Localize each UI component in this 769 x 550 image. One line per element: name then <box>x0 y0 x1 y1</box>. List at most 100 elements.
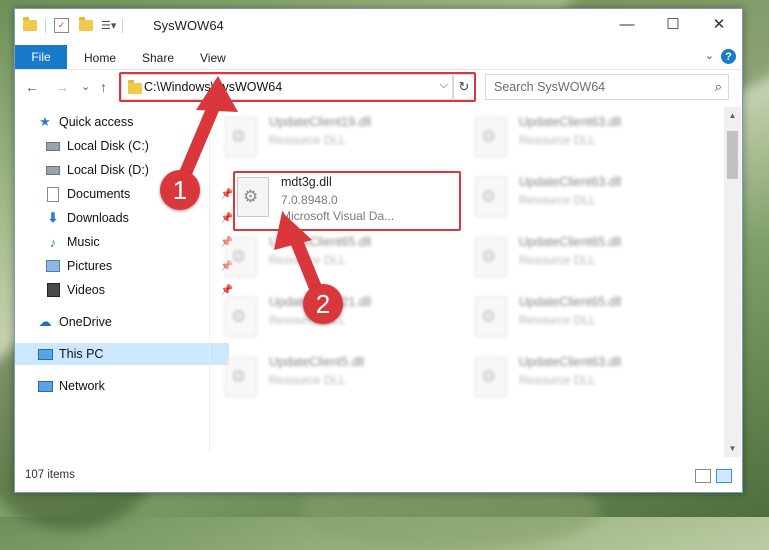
tab-view[interactable]: View <box>200 51 226 65</box>
videos-icon <box>45 282 61 298</box>
sidebar-item-videos[interactable]: Videos 📌 <box>15 279 237 301</box>
file-item[interactable]: UpdateClient65.dll Resource DLL <box>475 293 695 341</box>
sidebar-item-this-pc[interactable]: This PC <box>15 343 229 365</box>
customize-icon[interactable]: ☰▾ <box>101 19 116 32</box>
up-button[interactable]: ↑ <box>100 79 107 95</box>
address-highlight-box <box>119 72 476 102</box>
documents-icon <box>45 186 61 202</box>
file-highlight-box <box>233 171 461 231</box>
toolbar-separator <box>45 18 46 33</box>
sidebar-item-label: Pictures <box>67 259 113 273</box>
step-1-badge: 1 <box>160 170 200 210</box>
dll-file-icon <box>475 237 507 277</box>
sidebar-item-label: Music <box>67 235 100 249</box>
sidebar-item-label: Videos <box>67 283 105 297</box>
help-icon[interactable]: ? <box>721 49 736 64</box>
sidebar-item-label: Documents <box>67 187 131 201</box>
ribbon: File Home Share View ⌄ ? <box>15 41 742 70</box>
scroll-thumb[interactable] <box>727 131 738 179</box>
scroll-down-icon[interactable]: ▼ <box>724 440 741 457</box>
dll-file-icon <box>475 117 507 157</box>
sidebar-item-label: Local Disk (C:) <box>67 139 149 153</box>
file-name: UpdateClient19.dll <box>269 115 372 129</box>
file-description: Resource DLL <box>269 373 346 387</box>
music-icon: ♪ <box>49 234 57 250</box>
dll-file-icon <box>475 177 507 217</box>
search-input[interactable] <box>492 78 701 96</box>
sidebar-item-label: Local Disk (D:) <box>67 163 149 177</box>
sidebar-item-local-disk-d[interactable]: Local Disk (D:) <box>15 159 237 181</box>
navigation-pane: ★ Quick access Local Disk (C:) Local Dis… <box>15 107 233 457</box>
cloud-icon: ☁ <box>38 314 52 329</box>
maximize-button[interactable]: ☐ <box>650 9 696 39</box>
file-description: Resource DLL <box>519 313 596 327</box>
file-description: Resource DLL <box>519 193 596 207</box>
sidebar-item-network[interactable]: Network <box>15 375 229 397</box>
file-item[interactable]: UpdateClient63.dll Resource DLL <box>475 113 695 161</box>
file-item[interactable]: UpdateClient65.dll Resource DLL <box>475 233 695 281</box>
sidebar-item-label: Network <box>59 379 105 393</box>
sidebar-item-local-disk-c[interactable]: Local Disk (C:) <box>15 135 237 157</box>
file-item[interactable]: UpdateClient63.dll Resource DLL <box>475 353 695 401</box>
quick-access-toolbar: ✓ ☰▾ <box>23 17 129 33</box>
pictures-icon <box>45 258 61 274</box>
file-description: Resource DLL <box>269 253 346 267</box>
minimize-button[interactable]: — <box>604 9 650 39</box>
sidebar-item-documents[interactable]: Documents 📌 <box>15 183 237 205</box>
file-item[interactable]: UpdateClient5.dll Resource DLL <box>225 353 445 401</box>
sidebar-item-label: Quick access <box>59 115 134 129</box>
sidebar-item-quick-access[interactable]: ★ Quick access <box>15 111 229 133</box>
file-name: UpdateClient63.dll <box>519 175 622 189</box>
file-item[interactable]: UpdateClient65.dll Resource DLL <box>225 233 445 281</box>
computer-icon <box>37 346 53 362</box>
pane-splitter[interactable] <box>209 107 210 452</box>
search-box[interactable]: ⌕ <box>485 74 729 100</box>
tab-file[interactable]: File <box>15 45 67 69</box>
title-bar: ✓ ☰▾ SysWOW64 — ☐ ✕ <box>15 9 742 41</box>
expand-ribbon-icon[interactable]: ⌄ <box>705 49 714 62</box>
sidebar-item-onedrive[interactable]: ☁ OneDrive <box>15 311 229 333</box>
dll-file-icon <box>225 357 257 397</box>
sidebar-item-pictures[interactable]: Pictures 📌 <box>15 255 237 277</box>
dll-file-icon <box>475 297 507 337</box>
large-icons-view-icon[interactable] <box>716 469 732 483</box>
scroll-up-icon[interactable]: ▲ <box>724 107 741 124</box>
file-name: UpdateClient65.dll <box>519 295 622 309</box>
file-item[interactable]: UpdateClient19.dll Resource DLL <box>225 113 445 161</box>
sidebar-item-music[interactable]: ♪ Music 📌 <box>15 231 237 253</box>
file-name: UpdateClient65.dll <box>269 235 372 249</box>
file-description: Resource DLL <box>269 133 346 147</box>
new-folder-icon[interactable] <box>79 17 93 31</box>
drive-icon <box>45 162 61 178</box>
file-list: UpdateClient19.dll Resource DLL mdt3g.dl… <box>211 107 723 457</box>
toolbar-separator <box>122 18 124 33</box>
search-icon[interactable]: ⌕ <box>715 79 722 95</box>
recent-locations-button[interactable]: ⌄ <box>81 80 90 93</box>
properties-icon[interactable]: ✓ <box>54 18 69 33</box>
folder-icon <box>23 17 37 31</box>
drive-icon <box>45 138 61 154</box>
sidebar-item-label: OneDrive <box>59 315 112 329</box>
vertical-scrollbar[interactable]: ▲ ▼ <box>724 107 741 457</box>
dll-file-icon <box>225 117 257 157</box>
file-name: UpdateClient63.dll <box>519 355 622 369</box>
sidebar-item-downloads[interactable]: ⬇ Downloads 📌 <box>15 207 237 229</box>
file-explorer-window: ✓ ☰▾ SysWOW64 — ☐ ✕ File Home Share View… <box>14 8 743 493</box>
file-name: UpdateClient5.dll <box>269 355 365 369</box>
file-name: UpdateClient63.dll <box>519 115 622 129</box>
file-description: Resource DLL <box>519 373 596 387</box>
tab-home[interactable]: Home <box>84 51 116 65</box>
dll-file-icon <box>475 357 507 397</box>
download-icon: ⬇ <box>47 210 59 225</box>
close-button[interactable]: ✕ <box>696 9 742 39</box>
tab-share[interactable]: Share <box>142 51 174 65</box>
window-title: SysWOW64 <box>153 18 224 33</box>
forward-button[interactable]: → <box>55 79 69 95</box>
back-button[interactable]: ← <box>25 79 39 95</box>
file-item[interactable]: UpdateClient63.dll Resource DLL <box>475 173 695 221</box>
star-icon: ★ <box>39 114 51 129</box>
sidebar-item-label: This PC <box>59 347 104 361</box>
step-2-badge: 2 <box>303 284 343 324</box>
dll-file-icon <box>225 237 257 277</box>
details-view-icon[interactable] <box>695 469 711 483</box>
